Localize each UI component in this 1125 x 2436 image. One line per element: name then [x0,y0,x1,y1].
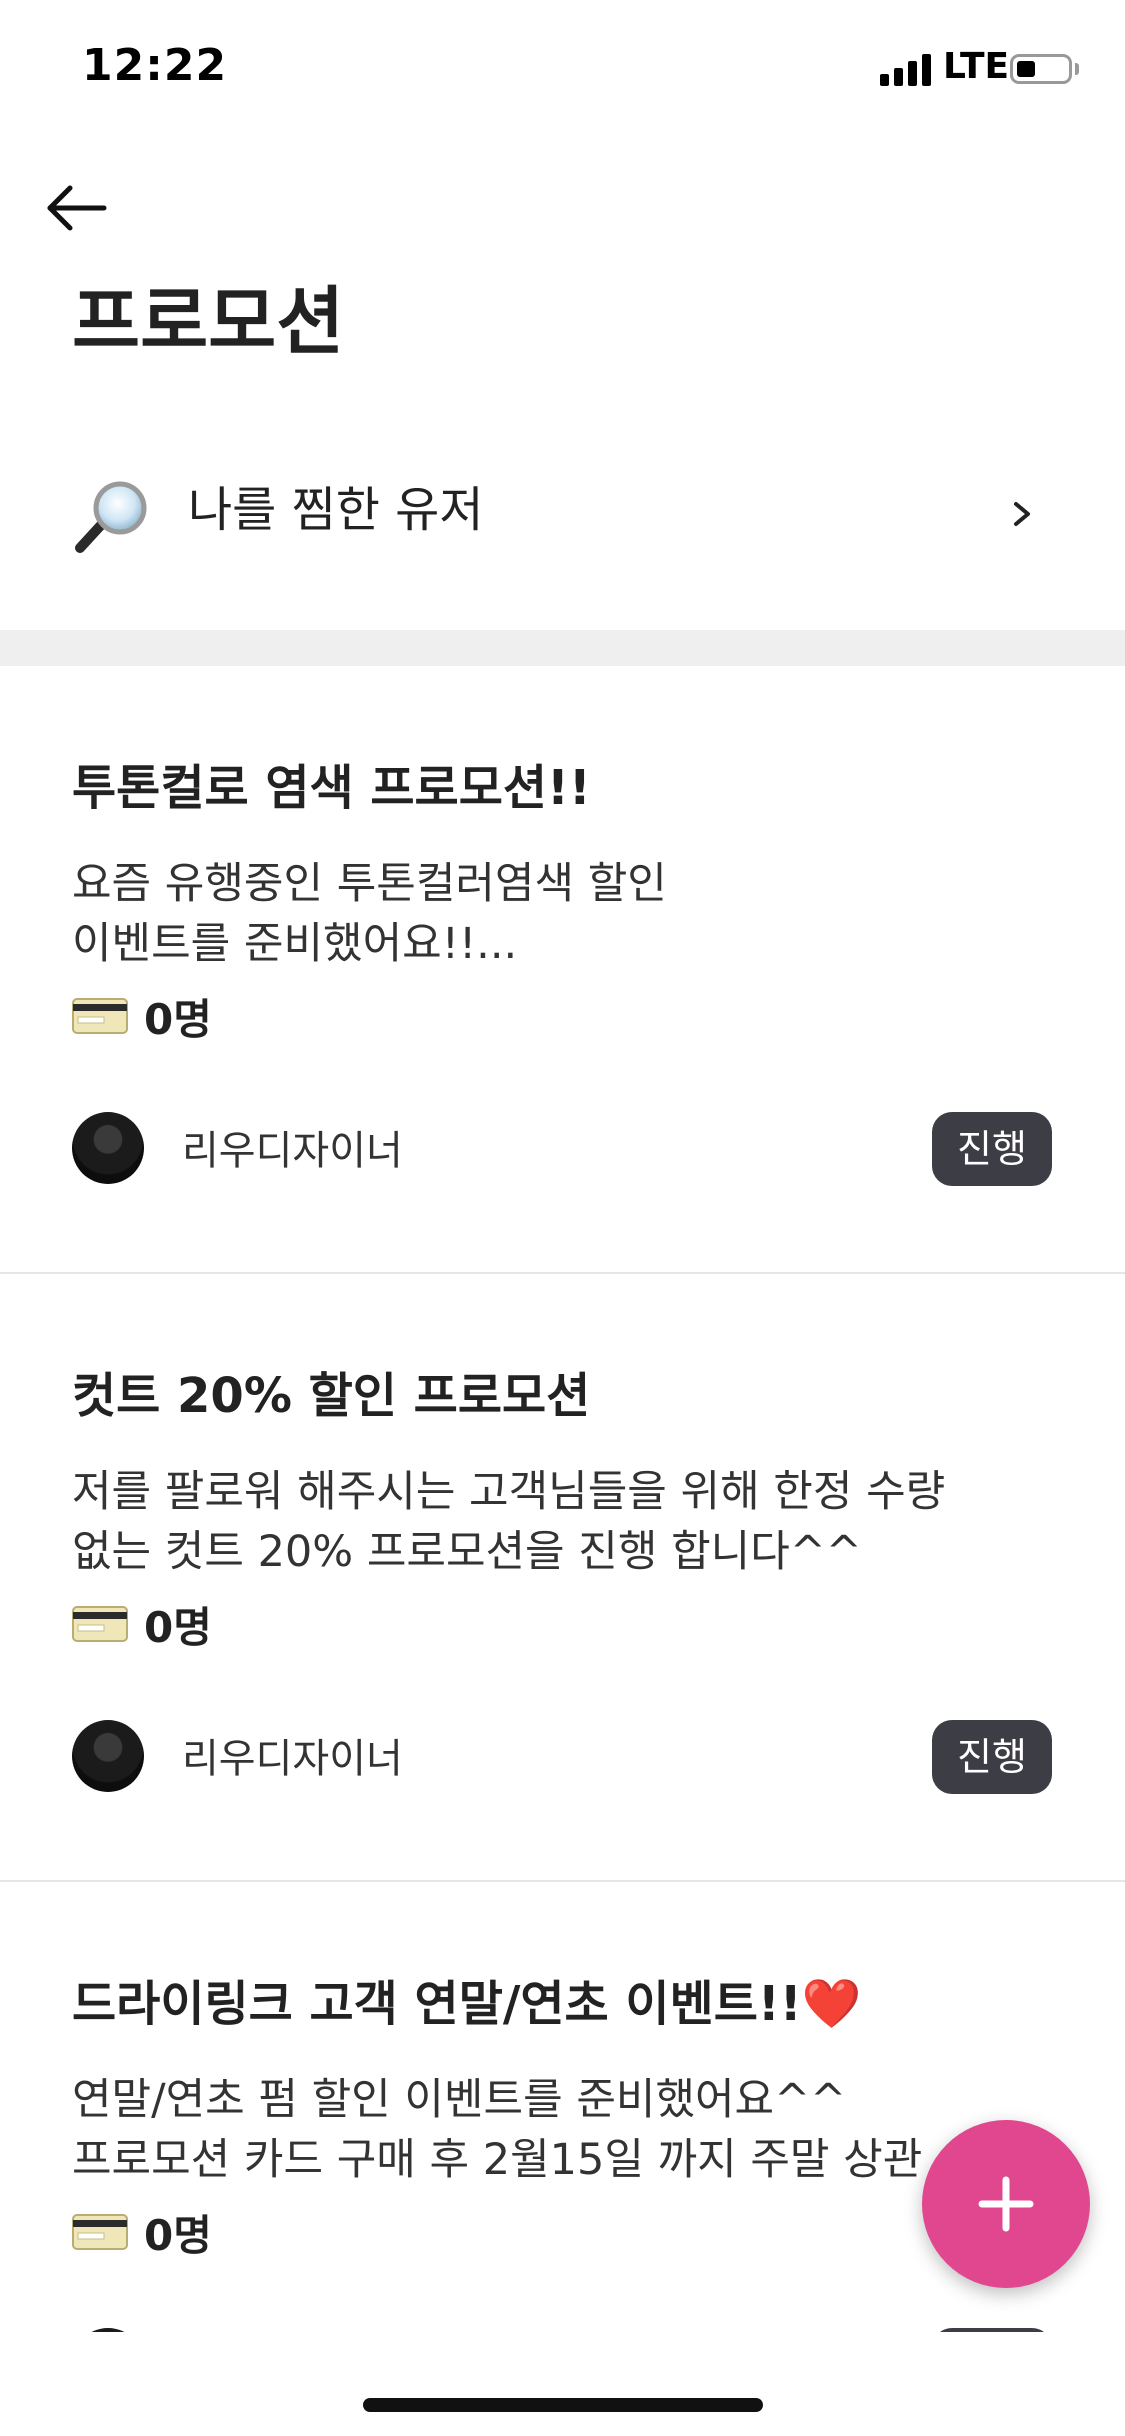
magnifier-icon [75,481,147,553]
promotion-card[interactable]: 투톤컬로 염색 프로모션!! 요즘 유행중인 투톤컬러염색 할인 이벤트를 준비… [0,666,1125,1274]
promotion-title: 투톤컬로 염색 프로모션!! [72,760,591,816]
promotion-title: 드라이링크 고객 연말/연초 이벤트!!❤️ [72,1976,862,2032]
signal-icon [880,52,936,86]
purchase-count: 0명 [72,988,212,1044]
count-text: 0명 [144,1602,212,1652]
promotion-title: 컷트 20% 할인 프로모션 [72,1368,591,1424]
designer-name: 리우디자이너 [182,1128,403,1174]
favorite-users-row[interactable]: 나를 찜한 유저 [0,440,1125,580]
promotion-description-line: 없는 컷트 20% 프로모션을 진행 합니다^^ [72,1527,862,1577]
promotion-description: 저를 팔로워 해주시는 고객님들을 위해 한정 수량 없는 컷트 20% 프로모… [72,1462,1032,1582]
back-button[interactable] [40,170,120,250]
network-label: LTE [943,46,1010,87]
page-title: 프로모션 [72,279,345,365]
credit-card-icon [72,1606,128,1642]
promotion-description-line: 저를 팔로워 해주시는 고객님들을 위해 한정 수량 [72,1467,946,1517]
promotion-description: 연말/연초 펌 할인 이벤트를 준비했어요^^ 프로모션 카드 구매 후 2월1… [72,2070,1032,2190]
chevron-right-icon [1014,502,1030,526]
avatar [72,1112,144,1184]
battery-cap [1075,63,1079,75]
promotion-description-line: 이벤트를 준비했어요!!... [72,919,518,969]
count-text: 0명 [144,994,212,1044]
status-badge[interactable]: 진행 [932,1112,1052,1186]
promotion-description: 요즘 유행중인 투톤컬러염색 할인 이벤트를 준비했어요!!... [72,854,1032,974]
battery-icon [1010,54,1072,84]
arrow-left-icon [47,185,107,231]
status-time: 12:22 [82,40,228,91]
promotion-description-line: 프로모션 카드 구매 후 2월15일 까지 주말 상관 [72,2135,923,2185]
home-indicator [363,2398,763,2412]
status-badge[interactable] [932,2328,1052,2332]
credit-card-icon [72,2214,128,2250]
status-badge[interactable]: 진행 [932,1720,1052,1794]
designer-name: 리우디자이너 [182,1736,403,1782]
credit-card-icon [72,998,128,1034]
plus-icon [978,2176,1034,2232]
promotion-description-line: 요즘 유행중인 투톤컬러염색 할인 [72,859,667,909]
count-text: 0명 [144,2210,212,2260]
status-bar: 12:22 LTE [0,0,1125,140]
section-divider [0,630,1125,666]
purchase-count: 0명 [72,1596,212,1652]
promotion-card[interactable]: 컷트 20% 할인 프로모션 저를 팔로워 해주시는 고객님들을 위해 한정 수… [0,1274,1125,1882]
add-promotion-button[interactable] [922,2120,1090,2288]
promotion-description-line: 연말/연초 펌 할인 이벤트를 준비했어요^^ [72,2075,847,2125]
avatar [72,2328,144,2332]
purchase-count: 0명 [72,2204,212,2260]
avatar [72,1720,144,1792]
favorite-users-label: 나를 찜한 유저 [188,482,484,538]
